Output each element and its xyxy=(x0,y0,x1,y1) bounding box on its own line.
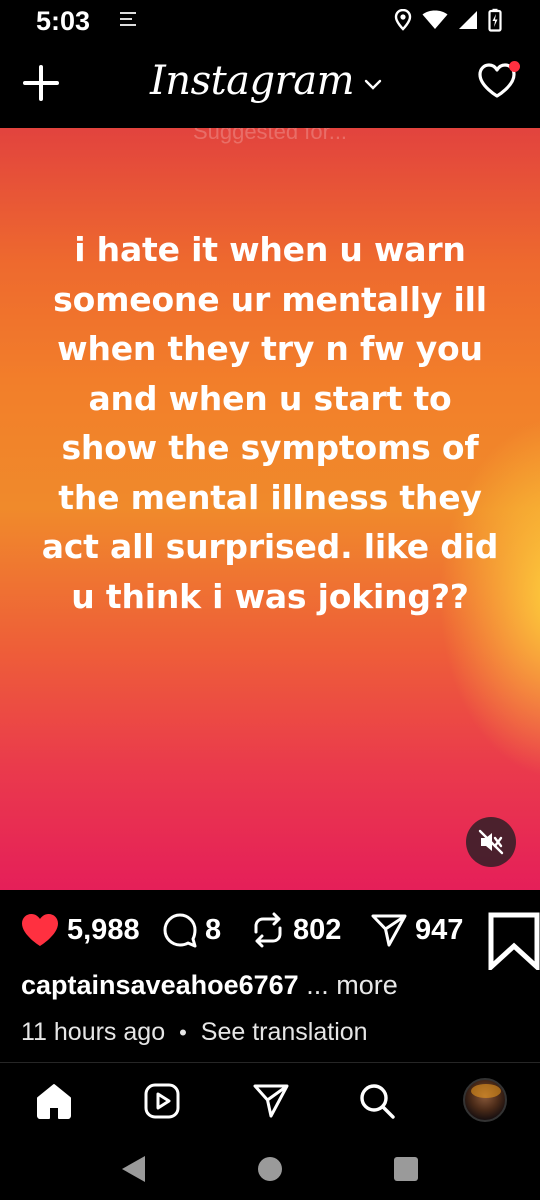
post-media[interactable]: Suggested for... i hate it when u warn s… xyxy=(0,128,540,890)
wifi-icon xyxy=(422,10,448,29)
nav-profile-avatar[interactable] xyxy=(463,1078,507,1122)
system-nav-bar xyxy=(0,1138,540,1200)
app-header: Instagram xyxy=(0,44,540,128)
status-icons xyxy=(394,8,502,32)
create-post-button[interactable] xyxy=(20,62,62,104)
home-icon xyxy=(37,1084,71,1119)
repost-button[interactable]: 802 xyxy=(250,912,341,948)
comment-button[interactable]: 8 xyxy=(162,912,221,948)
back-icon[interactable] xyxy=(119,1154,147,1184)
signal-icon xyxy=(459,11,477,29)
share-count: 947 xyxy=(415,913,464,946)
instagram-logo: Instagram xyxy=(150,58,355,104)
suggested-label: Suggested for... xyxy=(192,128,348,144)
caption-username[interactable]: captainsaveahoe6767 xyxy=(21,970,299,1000)
save-button[interactable] xyxy=(488,912,540,975)
post-text: i hate it when u warn someone ur mentall… xyxy=(41,230,499,616)
reels-icon xyxy=(144,1083,180,1119)
battery-icon xyxy=(488,8,502,32)
nav-search[interactable] xyxy=(357,1081,397,1121)
recents-icon[interactable] xyxy=(393,1156,419,1182)
mute-button[interactable] xyxy=(466,817,516,867)
home-circle-icon[interactable] xyxy=(257,1156,283,1182)
nav-home[interactable] xyxy=(34,1081,74,1121)
notification-icon xyxy=(120,12,136,28)
like-button[interactable]: 5,988 xyxy=(20,912,140,948)
share-icon xyxy=(371,914,407,947)
see-translation-link[interactable]: See translation xyxy=(201,1018,368,1047)
status-time: 5:03 xyxy=(36,6,91,36)
action-row: 5,988 8 802 947 xyxy=(0,890,540,975)
post-meta: 11 hours ago • See translation xyxy=(21,1018,368,1047)
share-button[interactable]: 947 xyxy=(370,912,463,948)
chevron-down-icon xyxy=(364,79,382,90)
caption-more[interactable]: ... more xyxy=(306,970,398,1000)
status-bar: 5:03 xyxy=(0,0,540,44)
repost-count: 802 xyxy=(293,913,342,946)
post-time: 11 hours ago xyxy=(21,1018,166,1046)
meta-separator: • xyxy=(179,1019,187,1045)
nav-reels[interactable] xyxy=(142,1081,182,1121)
search-icon xyxy=(360,1084,395,1119)
mute-icon xyxy=(478,829,504,855)
comment-count: 8 xyxy=(205,913,222,946)
plus-icon xyxy=(23,65,59,101)
send-icon xyxy=(253,1084,289,1118)
notification-dot xyxy=(509,61,520,72)
bottom-nav xyxy=(0,1063,540,1138)
comment-icon xyxy=(163,913,197,948)
nav-messages[interactable] xyxy=(251,1081,291,1121)
caption[interactable]: captainsaveahoe6767 ... more xyxy=(21,970,398,1001)
heart-filled-icon xyxy=(22,914,58,946)
feed-selector[interactable]: Instagram xyxy=(150,58,382,104)
repost-icon xyxy=(254,912,282,948)
like-count: 5,988 xyxy=(67,913,140,946)
notifications-button[interactable] xyxy=(476,60,520,104)
location-icon xyxy=(394,9,412,31)
bookmark-icon xyxy=(488,912,540,973)
